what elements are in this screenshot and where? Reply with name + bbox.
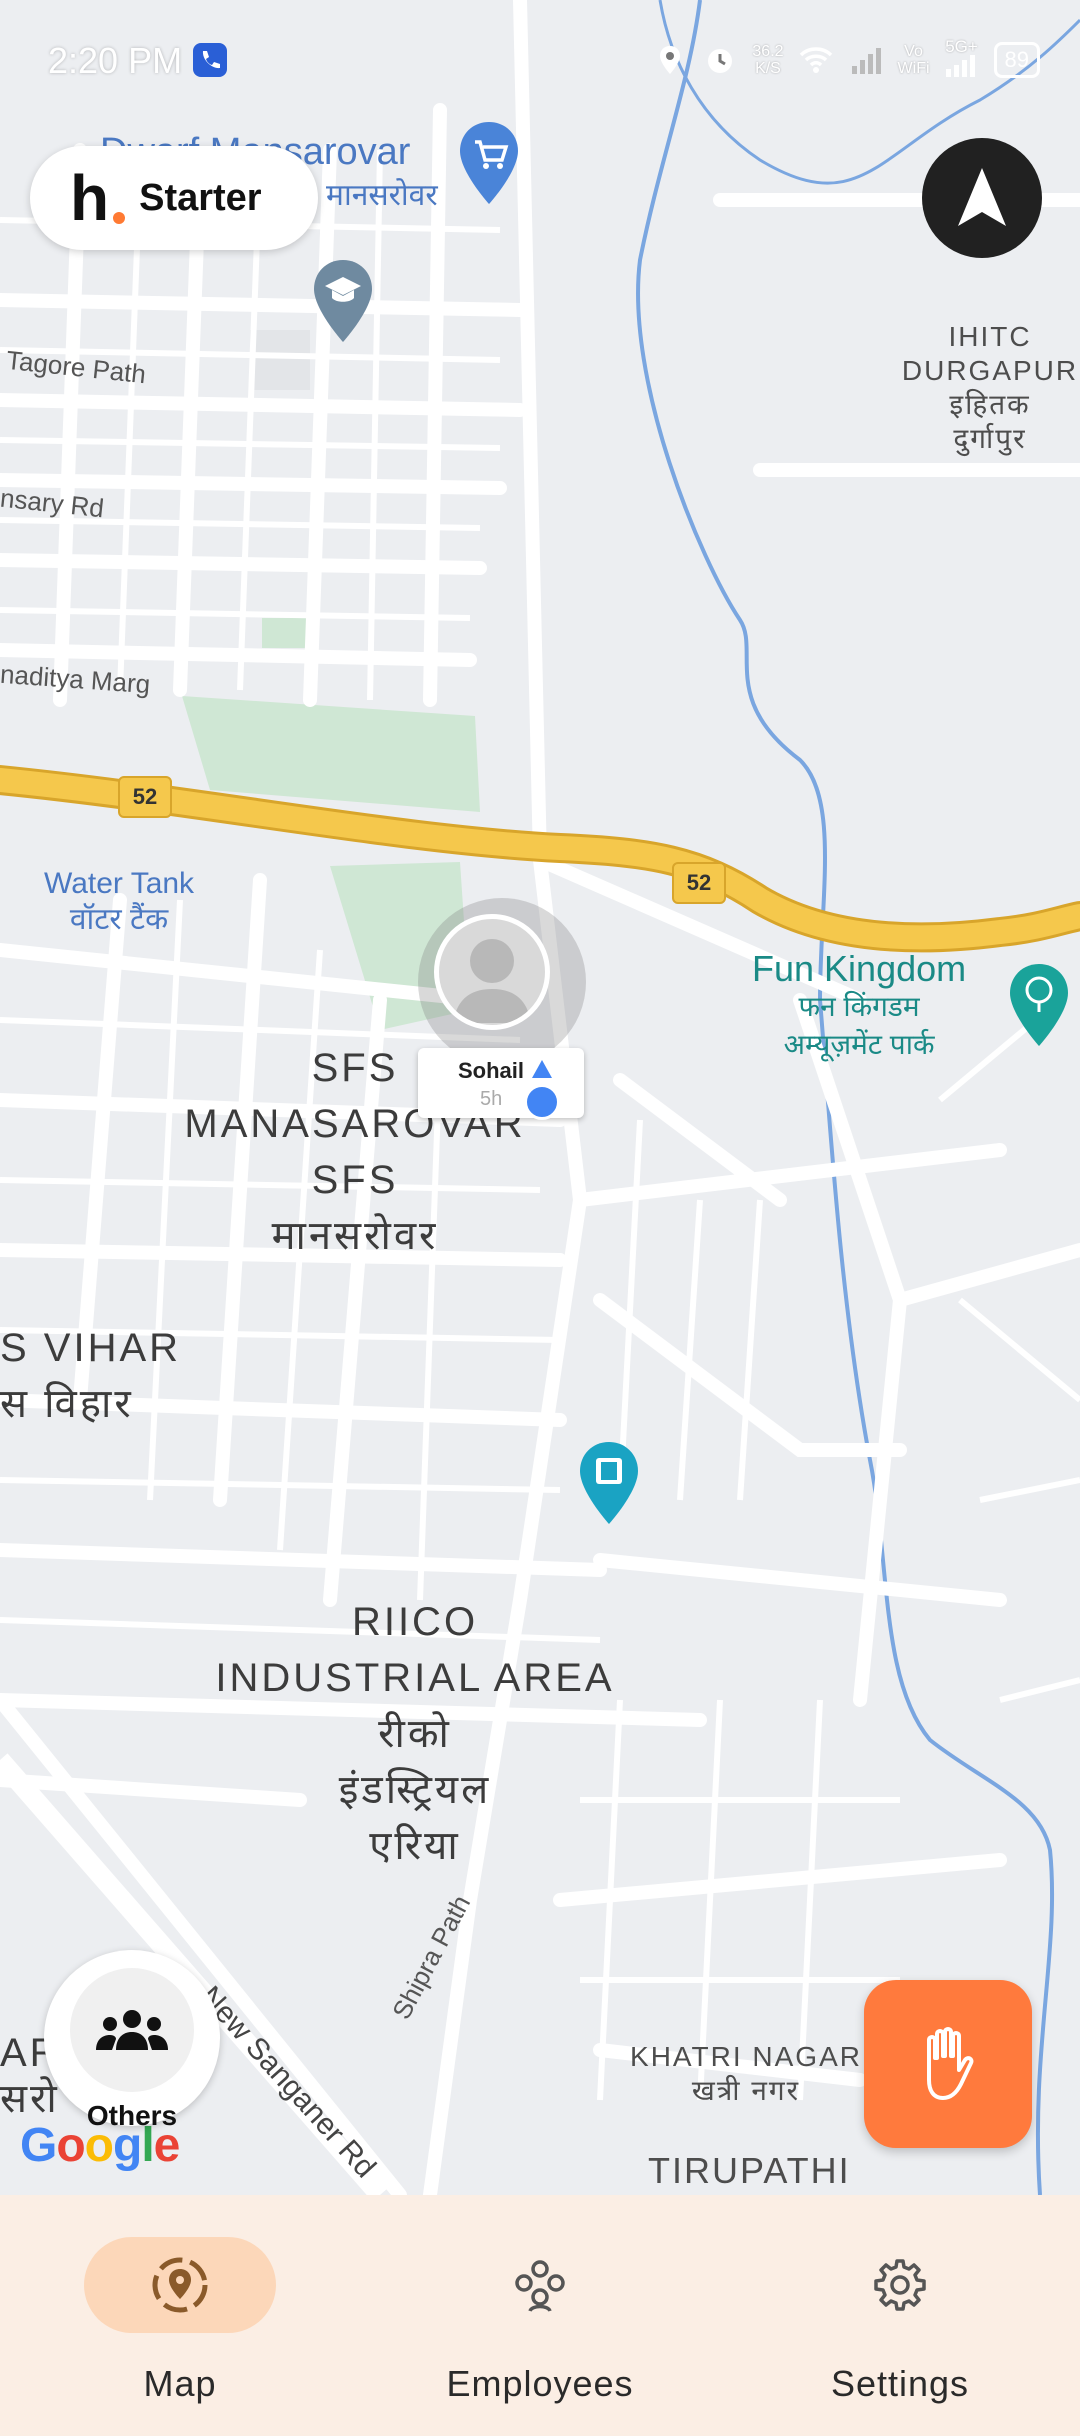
employee-marker[interactable]: Sohail 5h: [418, 898, 598, 1128]
hand-icon: [927, 2027, 974, 2100]
others-icon-circle: [70, 1968, 194, 2092]
location-dot: [524, 1084, 560, 1120]
map-label-ihitc: IHITC DURGAPUR इहितक दुर्गापुर: [901, 321, 1079, 454]
avatar: [434, 914, 550, 1030]
nav-label-map: Map: [143, 2363, 217, 2404]
amusement-park-pin-icon[interactable]: [1008, 962, 1070, 1048]
map-label-riico: RIICO INDUSTRIAL AREA रीको इंडस्ट्रियल ए…: [215, 1600, 615, 1868]
status-bar: 2:20 PM 36.2 K/S Vo WiFi 5G+ 89: [0, 0, 1080, 120]
network-speed: 36.2 K/S: [752, 42, 784, 77]
nav-item-settings[interactable]: Settings: [720, 2195, 1080, 2436]
call-app-icon: [193, 43, 227, 77]
location-icon: [660, 45, 681, 74]
app-logo: h: [70, 166, 126, 230]
nav-item-map[interactable]: Map: [0, 2195, 360, 2436]
status-time: 2:20 PM: [48, 40, 183, 81]
hand-stop-button[interactable]: [864, 1980, 1032, 2148]
map-label-mansarovar-hi: मानसरोवर: [326, 179, 438, 212]
others-label: Others: [86, 2100, 178, 2131]
cinema-pin-icon[interactable]: [578, 1440, 640, 1526]
signal-strength-icon: [945, 55, 975, 77]
bottom-navigation: Map Employees Settings: [0, 2195, 1080, 2436]
shopping-cart-pin-icon[interactable]: [458, 120, 520, 206]
others-button[interactable]: Others: [44, 1950, 220, 2131]
school-pin-icon[interactable]: [312, 258, 374, 344]
highway-shield: 52: [672, 862, 726, 904]
heading-arrow-icon: [532, 1060, 552, 1078]
map-label-vihar: S VIHAR स विहार: [0, 1326, 182, 1426]
gear-icon: [874, 2259, 926, 2311]
alarm-icon: [708, 48, 733, 73]
map-label-fun-kingdom: Fun Kingdom फन किंगडम अम्यूज़मेंट पार्क: [752, 948, 967, 1061]
wifi-icon: [799, 46, 832, 73]
plan-label: Starter: [139, 176, 262, 219]
person-placeholder-icon: [453, 939, 531, 1023]
plan-badge[interactable]: h Starter: [30, 146, 318, 250]
signal-5g: 5G+: [944, 38, 980, 81]
nav-item-employees[interactable]: Employees: [360, 2195, 720, 2436]
employee-marker-card: Sohail 5h: [418, 1048, 584, 1120]
last-seen-time: 5h: [480, 1088, 503, 1110]
volte-indicator: Vo WiFi: [897, 42, 930, 77]
employees-icon: [515, 2260, 565, 2312]
map-pin-icon: [152, 2257, 208, 2313]
employee-name: Sohail: [458, 1058, 525, 1083]
map-label-water-tank: Water Tank वॉटर टैंक: [44, 867, 195, 936]
navigation-arrow-icon: [958, 168, 1006, 226]
recenter-button[interactable]: [922, 138, 1042, 258]
signal-weak-icon: [851, 47, 881, 74]
nav-label-settings: Settings: [830, 2363, 970, 2404]
group-icon: [96, 2010, 168, 2050]
battery-indicator: 89: [993, 41, 1040, 78]
highway-shield: 52: [118, 776, 172, 818]
map-label-tirupathi: TIRUPATHI: [648, 2150, 851, 2191]
map-label-khatri-nagar: KHATRI NAGAR खत्री नगर: [630, 2041, 862, 2106]
nav-label-employees: Employees: [446, 2363, 634, 2404]
